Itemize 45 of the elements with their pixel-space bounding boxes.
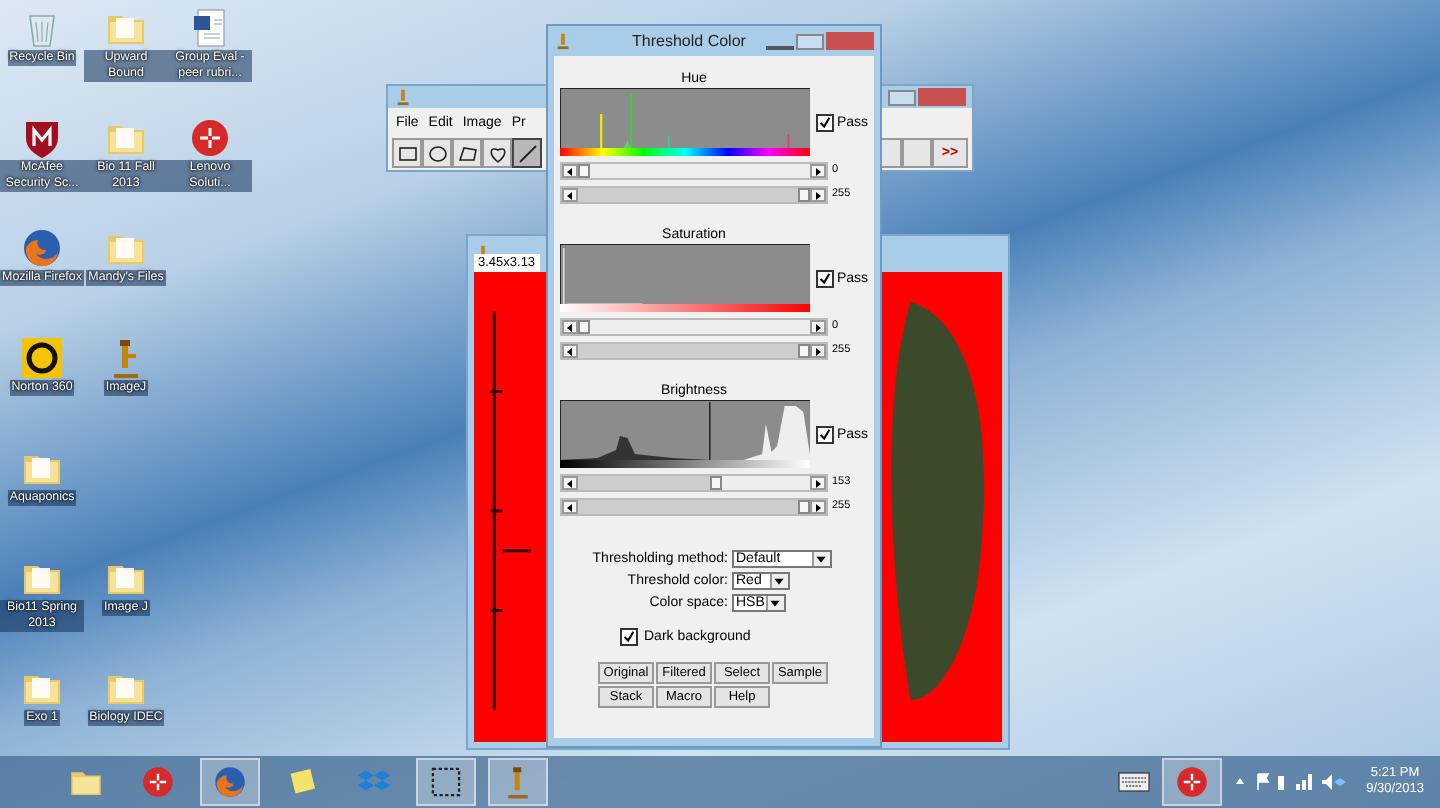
checkmark-icon — [818, 271, 833, 285]
rect-shape-icon — [395, 141, 419, 165]
microscope-taskbar-button[interactable] — [488, 758, 548, 806]
threshold-slider[interactable] — [560, 341, 828, 359]
oval-tool-button[interactable] — [422, 138, 452, 168]
slider-thumb[interactable] — [798, 499, 810, 513]
threshold-slider[interactable] — [560, 317, 828, 335]
polygon-tool-button[interactable] — [452, 138, 482, 168]
cross-circle-taskbar-button[interactable] — [1162, 758, 1223, 806]
window-title: Threshold Color — [630, 32, 748, 50]
threshold-slider[interactable] — [560, 161, 828, 179]
tool-button[interactable] — [902, 138, 932, 168]
line-shape-icon — [515, 141, 539, 165]
checkmark-icon — [818, 115, 833, 129]
threshold-slider[interactable] — [560, 473, 828, 491]
freehand-tool-button[interactable] — [482, 138, 512, 168]
rect-tool-button[interactable] — [392, 138, 422, 168]
slider-thumb[interactable] — [798, 187, 810, 201]
ring-app-icon[interactable] — [20, 336, 64, 380]
browser-taskbar-button[interactable] — [200, 758, 260, 806]
oval-shape-icon — [425, 141, 449, 165]
threshold-slider[interactable] — [560, 185, 828, 203]
cross-circle-app-icon[interactable] — [188, 116, 232, 160]
checkmark-icon — [622, 630, 636, 644]
keyboard-icon[interactable] — [1118, 772, 1151, 792]
slider-thumb[interactable] — [710, 475, 722, 489]
microscope-icon — [554, 32, 572, 50]
maximize-button[interactable] — [796, 33, 824, 49]
polygon-shape-icon — [455, 141, 479, 165]
cross-circle-icon — [140, 764, 176, 800]
maximize-button[interactable] — [888, 89, 916, 105]
microscope-icon — [394, 88, 412, 106]
shield-icon[interactable] — [20, 116, 64, 160]
browser-icon[interactable] — [20, 226, 64, 270]
line-tool-button[interactable] — [512, 138, 542, 168]
threshold-slider[interactable] — [560, 497, 828, 515]
browser-icon — [212, 764, 248, 800]
slider-thumb[interactable] — [798, 343, 810, 357]
slider-thumb[interactable] — [578, 319, 590, 333]
cross-circle-icon — [1174, 764, 1211, 800]
caret-icon — [814, 552, 828, 566]
slider-thumb[interactable] — [578, 163, 590, 177]
dotted-frame-icon — [428, 764, 464, 800]
checkmark-icon — [818, 427, 833, 441]
dotted-frame-taskbar-button[interactable] — [416, 758, 476, 806]
